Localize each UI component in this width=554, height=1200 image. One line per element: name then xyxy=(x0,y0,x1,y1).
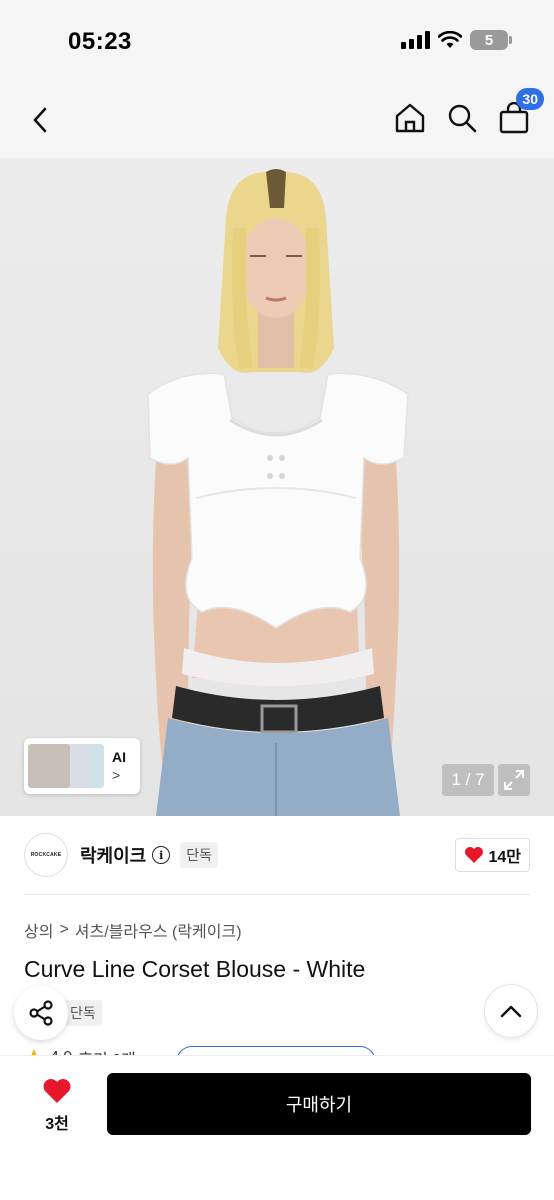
signal-icon xyxy=(401,31,430,49)
brand-like-button[interactable]: 14만 xyxy=(455,838,530,872)
share-icon xyxy=(29,1000,53,1026)
ai-label: AI xyxy=(112,749,126,765)
product-photo xyxy=(147,169,409,816)
expand-button[interactable] xyxy=(498,764,530,796)
thumb-1 xyxy=(28,744,70,788)
battery-level: 5 xyxy=(484,31,494,49)
breadcrumb-separator: > xyxy=(59,921,69,938)
expand-icon xyxy=(504,770,524,790)
wishlist-button[interactable]: 3천 xyxy=(34,1078,80,1134)
breadcrumb: 상의 > 셔츠/블라우스 (락케이크) xyxy=(24,918,242,942)
exclusive-badge: 단독 xyxy=(180,842,219,868)
chevron-right-icon: > xyxy=(112,767,121,783)
product-title: Curve Line Corset Blouse - White xyxy=(24,956,366,982)
top-nav: 30 xyxy=(0,82,554,158)
brand-logo[interactable]: ROCKCAKE xyxy=(24,833,68,877)
search-icon xyxy=(448,104,477,133)
cart-count-badge: 30 xyxy=(516,88,544,110)
status-time: 05:23 xyxy=(68,28,132,55)
home-button[interactable] xyxy=(394,100,426,136)
brand-like-count: 14만 xyxy=(488,849,521,866)
breadcrumb-subcategory[interactable]: 셔츠/블라우스 (락케이크) xyxy=(75,918,242,942)
product-image-carousel[interactable]: AI > 1 / 7 xyxy=(0,158,554,816)
status-indicators: 5 xyxy=(401,30,512,50)
battery-icon: 5 xyxy=(470,30,512,50)
brand-row: ROCKCAKE 락케이크 i 단독 14만 xyxy=(24,830,530,880)
home-icon xyxy=(395,103,425,133)
wishlist-count: 3천 xyxy=(45,1116,69,1133)
brand-name[interactable]: 락케이크 xyxy=(80,842,146,868)
buy-button[interactable]: 구매하기 xyxy=(107,1073,531,1135)
divider xyxy=(24,894,530,895)
chevron-up-icon xyxy=(500,1005,522,1018)
heart-icon xyxy=(465,847,484,863)
heart-icon xyxy=(43,1079,71,1103)
search-button[interactable] xyxy=(446,100,478,136)
breadcrumb-category[interactable]: 상의 xyxy=(24,918,53,942)
scroll-top-button[interactable] xyxy=(484,984,538,1038)
bottom-purchase-bar: 3천 구매하기 xyxy=(0,1056,554,1200)
cart-button[interactable]: 30 xyxy=(498,88,544,136)
status-bar: 05:23 5 xyxy=(0,0,554,82)
ai-thumbnail-stack xyxy=(28,742,108,790)
image-counter: 1 / 7 xyxy=(442,764,494,796)
back-button[interactable] xyxy=(22,102,58,138)
info-icon[interactable]: i xyxy=(152,846,171,864)
chevron-left-icon xyxy=(33,107,47,133)
share-button[interactable] xyxy=(14,986,68,1040)
wifi-icon xyxy=(438,31,462,48)
ai-styling-thumbnail[interactable]: AI > xyxy=(24,738,140,794)
product-exclusive-badge: 단독 xyxy=(64,1000,102,1026)
